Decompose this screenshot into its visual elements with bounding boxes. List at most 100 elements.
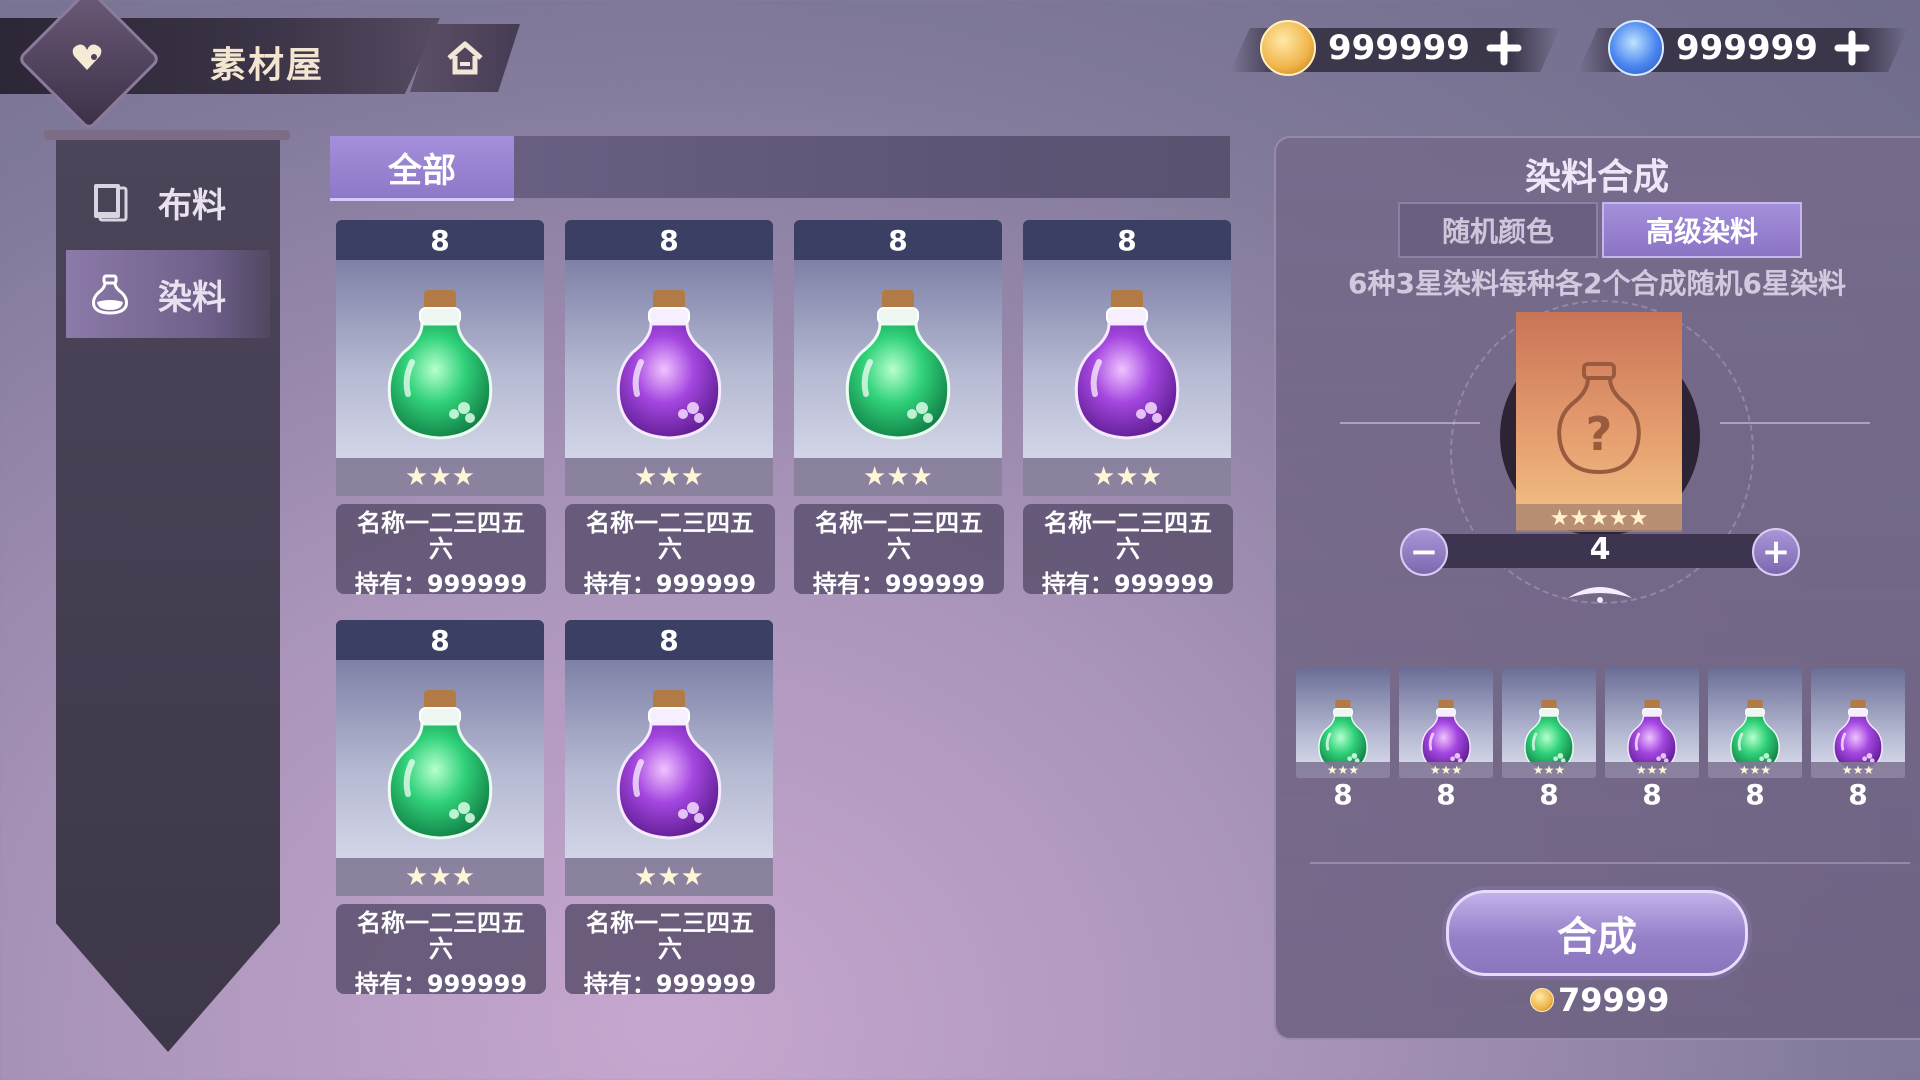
star-rating: ★★★ — [565, 858, 773, 896]
purple-potion-icon — [611, 286, 727, 442]
tab-random-color[interactable]: 随机颜色 — [1398, 202, 1598, 258]
result-card: ? — [1516, 312, 1682, 530]
plus-icon — [1834, 30, 1870, 66]
heart-emblem-icon — [70, 40, 104, 74]
item-owned: 持有：999999 — [583, 570, 757, 598]
add-gem-button[interactable] — [1832, 28, 1872, 68]
material-count: 8 — [1745, 778, 1765, 811]
item-name: 名称一二三四五六 — [1044, 509, 1212, 563]
star-rating: ★★★ — [1708, 762, 1802, 778]
material-slot[interactable]: ★★★ 8 — [1605, 668, 1699, 811]
gold-coin-icon — [1260, 20, 1316, 76]
green-potion-icon — [840, 286, 956, 442]
green-potion-icon — [382, 686, 498, 842]
material-slot[interactable]: ★★★ 8 — [1502, 668, 1596, 811]
item-card[interactable]: 8 ★★★ 名称一二三四五六 持有：999999 — [565, 220, 775, 598]
tab-all[interactable]: 全部 — [330, 136, 514, 201]
star-rating: ★★★ — [1023, 458, 1231, 496]
star-rating: ★★★ — [565, 458, 773, 496]
purple-potion-icon — [1829, 698, 1887, 772]
purple-potion-icon — [611, 686, 727, 842]
star-rating: ★★★ — [1605, 762, 1699, 778]
mystery-bottle-icon: ? — [1557, 362, 1641, 475]
craft-cost: 79999 — [1530, 980, 1670, 1020]
item-info: 名称一二三四五六 持有：999999 — [336, 904, 546, 998]
blue-spirit-icon — [1608, 20, 1664, 76]
item-card-frame: 8 ★★★ — [336, 620, 544, 896]
item-name: 名称一二三四五六 — [586, 909, 754, 963]
sidebar-item-label: 染料 — [158, 277, 226, 318]
purple-potion-icon — [1417, 698, 1475, 772]
sidebar-item-fabric[interactable]: 布料 — [66, 158, 270, 246]
gold-value: 999999 — [1328, 28, 1470, 68]
item-card[interactable]: 8 ★★★ 名称一二三四五六 持有：999999 — [565, 620, 775, 998]
quantity-value: 4 — [1589, 532, 1611, 567]
item-info: 名称一二三四五六 持有：999999 — [565, 904, 775, 998]
item-card-frame: 8 ★★★ — [565, 620, 773, 896]
item-count: 8 — [336, 220, 544, 260]
cost-value: 79999 — [1558, 981, 1670, 1019]
question-mark: ? — [1586, 407, 1613, 461]
item-count: 8 — [794, 220, 1002, 260]
material-count: 8 — [1642, 778, 1662, 811]
item-card[interactable]: 8 ★★★ 名称一二三四五六 持有：999999 — [336, 620, 546, 998]
sidebar-item-label: 布料 — [158, 185, 226, 226]
item-info: 名称一二三四五六 持有：999999 — [794, 504, 1004, 598]
synthesis-description: 6种3星染料每种各2个合成随机6星染料 — [1348, 267, 1846, 300]
star-rating: ★★★ — [1502, 762, 1596, 778]
gem-value: 999999 — [1676, 28, 1818, 68]
increase-quantity-button[interactable]: + — [1752, 528, 1800, 576]
item-owned: 持有：999999 — [583, 970, 757, 998]
bottle-icon — [92, 274, 128, 315]
material-count: 8 — [1436, 778, 1456, 811]
item-info: 名称一二三四五六 持有：999999 — [336, 504, 546, 598]
item-name: 名称一二三四五六 — [815, 509, 983, 563]
purple-potion-icon — [1623, 698, 1681, 772]
star-rating: ★★★ — [1296, 762, 1390, 778]
material-count: 8 — [1333, 778, 1353, 811]
page-title: 素材屋 — [210, 45, 325, 86]
item-card-frame: 8 ★★★ — [1023, 220, 1231, 496]
tab-advanced-dye[interactable]: 高级染料 — [1602, 202, 1802, 258]
divider — [1310, 862, 1910, 864]
add-gold-button[interactable] — [1484, 28, 1524, 68]
item-card-frame: 8 ★★★ — [565, 220, 773, 496]
item-owned: 持有：999999 — [1041, 570, 1215, 598]
decor-line — [1340, 422, 1480, 424]
item-count: 8 — [1023, 220, 1231, 260]
item-count: 8 — [565, 620, 773, 660]
star-rating: ★★★ — [336, 858, 544, 896]
material-slot[interactable]: ★★★ 8 — [1708, 668, 1802, 811]
material-slot[interactable]: ★★★ 8 — [1811, 668, 1905, 811]
item-name: 名称一二三四五六 — [586, 509, 754, 563]
craft-button[interactable]: 合成 — [1446, 890, 1748, 976]
item-card-frame: 8 ★★★ — [794, 220, 1002, 496]
item-card[interactable]: 8 ★★★ 名称一二三四五六 持有：999999 — [794, 220, 1004, 598]
star-rating: ★★★ — [1811, 762, 1905, 778]
item-card[interactable]: 8 ★★★ 名称一二三四五六 持有：999999 — [336, 220, 546, 598]
item-owned: 持有：999999 — [812, 570, 986, 598]
item-name: 名称一二三四五六 — [357, 909, 525, 963]
item-owned: 持有：999999 — [354, 570, 528, 598]
panel-title: 染料合成 — [1524, 157, 1669, 198]
decrease-quantity-button[interactable]: − — [1400, 528, 1448, 576]
item-info: 名称一二三四五六 持有：999999 — [565, 504, 775, 598]
sidebar-rod — [44, 130, 290, 140]
item-count: 8 — [565, 220, 773, 260]
star-rating: ★★★ — [794, 458, 1002, 496]
star-rating: ★★★ — [336, 458, 544, 496]
material-count: 8 — [1848, 778, 1868, 811]
gold-currency: 999999 — [1230, 20, 1560, 76]
item-count: 8 — [336, 620, 544, 660]
green-potion-icon — [382, 286, 498, 442]
plus-icon — [1486, 30, 1522, 66]
sidebar-item-dye[interactable]: 染料 — [66, 250, 270, 338]
material-slot[interactable]: ★★★ 8 — [1296, 668, 1390, 811]
item-card[interactable]: 8 ★★★ 名称一二三四五六 持有：999999 — [1023, 220, 1233, 598]
star-rating: ★★★ — [1399, 762, 1493, 778]
arrow-up-icon — [1568, 587, 1632, 603]
material-slot[interactable]: ★★★ 8 — [1399, 668, 1493, 811]
purple-potion-icon — [1069, 286, 1185, 442]
item-name: 名称一二三四五六 — [357, 509, 525, 563]
item-card-frame: 8 ★★★ — [336, 220, 544, 496]
